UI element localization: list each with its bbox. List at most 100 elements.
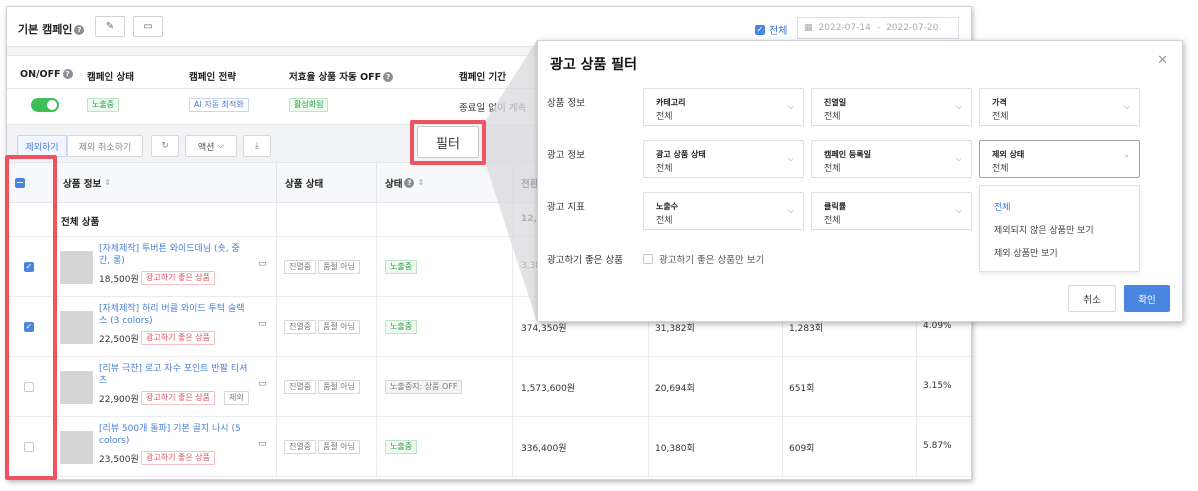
col-product-info[interactable]: 상품 정보 ⇕ — [55, 163, 277, 203]
product-name-link[interactable]: [리뷰 극찬] 로고 자수 포인트 반팔 티셔츠 — [99, 363, 249, 387]
table-row[interactable]: [리뷰 500개 돌파] 기본 골지 나시 (5 colors) 23,500원… — [7, 417, 971, 477]
store-icon[interactable]: ▭ — [258, 259, 267, 269]
campaign-strategy-badge: AI 자동 최적화 — [189, 98, 249, 112]
confirm-button[interactable]: 확인 — [1124, 285, 1170, 312]
sort-icon: ⇕ — [104, 178, 111, 187]
ctr-dropdown[interactable]: 클릭률 전체 ⌵ — [811, 192, 972, 230]
store-icon[interactable]: ▭ — [258, 439, 267, 449]
download-icon: ⤓ — [255, 141, 259, 151]
section-ad-info: 광고 정보 — [547, 150, 585, 161]
dropdown-value: 전체 — [656, 216, 673, 226]
metric-clicks: 1,283회 — [789, 324, 824, 334]
category-dropdown[interactable]: 카테고리 전체 ⌵ — [643, 88, 804, 126]
dropdown-value: 전체 — [656, 164, 673, 174]
action-dropdown[interactable]: 액션 ⌵ — [185, 135, 237, 157]
dropdown-label: 광고 상품 상태 — [656, 150, 706, 159]
chevron-up-icon: ⌃ — [1123, 154, 1130, 163]
campaign-reg-date-dropdown[interactable]: 캠페인 등록일 전체 ⌵ — [811, 140, 972, 178]
impressions-dropdown[interactable]: 노출수 전체 ⌵ — [643, 192, 804, 230]
refresh-icon: ↻ — [161, 141, 169, 151]
close-icon[interactable]: ✕ — [1157, 53, 1168, 68]
campaign-title-text: 기본 캠페인 — [18, 23, 73, 36]
display-state-badge: 진열중 — [284, 440, 317, 454]
campaign-status-badge: 노출중 — [87, 98, 120, 112]
metric-impressions: 31,382회 — [655, 324, 695, 334]
section-good-product: 광고하기 좋은 상품 — [547, 255, 623, 266]
dropdown-value: 전체 — [824, 112, 841, 122]
help-icon[interactable]: ? — [62, 69, 73, 79]
col-status-label: 상태 — [385, 178, 403, 190]
display-state-badge: 진열중 — [284, 260, 317, 274]
good-product-checkbox[interactable]: 광고하기 좋은 상품만 보기 — [643, 252, 764, 266]
product-name-link[interactable]: [리뷰 500개 돌파] 기본 골지 나시 (5 colors) — [99, 423, 249, 447]
product-thumbnail — [60, 311, 93, 344]
metric-conversion: 374,350원 — [521, 324, 567, 334]
report-button[interactable]: ▭ — [133, 16, 163, 37]
dropdown-value: 전체 — [824, 164, 841, 174]
product-price: 22,900원 — [99, 395, 139, 405]
date-separator: - — [876, 23, 881, 33]
ad-product-status-dropdown[interactable]: 광고 상품 상태 전체 ⌵ — [643, 140, 804, 178]
campaign-onoff-toggle[interactable] — [31, 98, 59, 112]
metric-ctr: 4.09% — [923, 321, 952, 331]
exclusion-status-dropdown[interactable]: 제외 상태 전체 ⌃ — [979, 140, 1140, 178]
exclude-button[interactable]: 제외하기 — [17, 135, 67, 157]
product-name-link[interactable]: [자체제작] 허리 버클 와이드 투턱 슬랙스 (3 colors) — [99, 303, 249, 327]
price-dropdown[interactable]: 가격 전체 ⌵ — [979, 88, 1140, 126]
chevron-down-icon: ⌵ — [955, 206, 962, 215]
dropdown-value: 전체 — [992, 164, 1009, 174]
date-range-picker[interactable]: ▦ 2022-07-14 - 2022-07-20 — [797, 17, 959, 39]
good-product-badge: 광고하기 좋은 상품 — [141, 271, 215, 285]
checkbox-checked-icon: ✓ — [755, 24, 765, 35]
col-onoff-label: ON/OFF — [20, 69, 61, 80]
good-product-badge: 광고하기 좋은 상품 — [141, 391, 215, 405]
chevron-down-icon: ⌵ — [787, 102, 794, 111]
col-campaign-strategy: 캠페인 전략 — [189, 72, 237, 83]
menu-item-excluded-only[interactable]: 제외 상품만 보기 — [994, 246, 1058, 259]
product-price: 23,500원 — [99, 455, 139, 465]
menu-item-all[interactable]: 전체 — [994, 200, 1011, 213]
col-product-info-label: 상품 정보 — [63, 178, 102, 190]
good-product-checkbox-label: 광고하기 좋은 상품만 보기 — [659, 255, 765, 266]
col-status[interactable]: 상태? ⇕ — [377, 163, 513, 203]
dropdown-label: 가격 — [992, 98, 1007, 107]
download-button[interactable]: ⤓ — [243, 135, 271, 157]
cancel-button[interactable]: 취소 — [1068, 285, 1116, 312]
refresh-button[interactable]: ↻ — [151, 135, 179, 157]
dropdown-label: 카테고리 — [656, 98, 686, 107]
good-product-badge: 광고하기 좋은 상품 — [141, 451, 215, 465]
dropdown-value: 전체 — [992, 112, 1009, 122]
calendar-icon: ▦ — [804, 23, 813, 33]
soldout-state-badge: 품절 아님 — [318, 260, 360, 274]
dropdown-value: 전체 — [824, 216, 841, 226]
ad-product-filter-modal: 광고 상품 필터 ✕ 상품 정보 광고 정보 광고 지표 광고하기 좋은 상품 … — [537, 40, 1183, 322]
store-icon[interactable]: ▭ — [258, 319, 267, 329]
dropdown-label: 진열일 — [824, 98, 847, 107]
table-row[interactable]: [리뷰 극찬] 로고 자수 포인트 반팔 티셔츠 22,900원 광고하기 좋은… — [7, 357, 971, 417]
display-state-badge: 진열중 — [284, 320, 317, 334]
edit-button[interactable]: ✎ — [95, 16, 125, 37]
display-date-dropdown[interactable]: 진열일 전체 ⌵ — [811, 88, 972, 126]
soldout-state-badge: 품절 아님 — [318, 320, 360, 334]
sort-icon: ⇕ — [417, 178, 425, 187]
help-icon[interactable]: ? — [383, 72, 394, 82]
product-name-link[interactable]: [자체제작] 투버튼 와이드데님 (숏, 중간, 롱) — [99, 243, 249, 267]
all-checkbox[interactable]: ✓ 전체 — [755, 22, 787, 37]
pencil-icon: ✎ — [105, 21, 115, 32]
filter-button-highlight — [410, 120, 486, 165]
store-icon[interactable]: ▭ — [258, 379, 267, 389]
col-auto-off: 저효율 상품 자동 OFF? — [289, 69, 394, 83]
metric-conversion: 336,400원 — [521, 444, 567, 454]
checkbox-unchecked-icon — [643, 254, 653, 264]
campaign-title: 기본 캠페인? — [18, 21, 85, 37]
exposure-status-badge: 노출중지: 상품 OFF — [385, 380, 463, 394]
help-icon[interactable]: ? — [74, 25, 85, 35]
chevron-down-icon: ⌵ — [787, 206, 794, 215]
metric-clicks: 609회 — [789, 444, 815, 454]
unexclude-button[interactable]: 제외 취소하기 — [67, 135, 143, 157]
help-icon[interactable]: ? — [404, 177, 415, 188]
good-product-badge: 광고하기 좋은 상품 — [141, 331, 215, 345]
menu-item-not-excluded[interactable]: 제외되지 않은 상품만 보기 — [994, 223, 1094, 236]
col-campaign-status: 캠페인 상태 — [87, 72, 135, 83]
exposure-status-badge: 노출중 — [385, 440, 418, 454]
